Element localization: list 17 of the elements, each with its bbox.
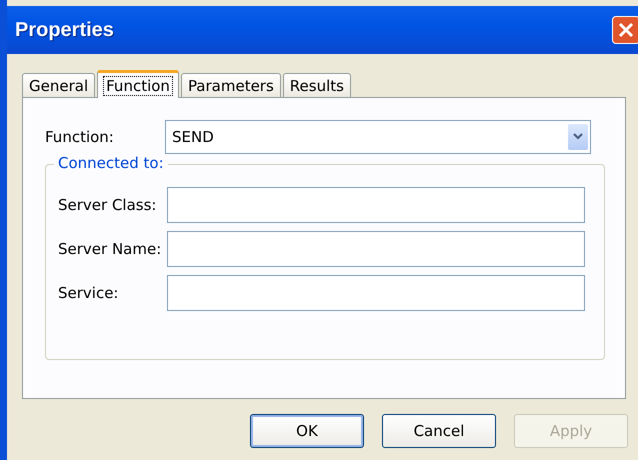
close-button[interactable] <box>612 16 638 44</box>
tab[interactable]: Results <box>282 73 351 97</box>
close-icon <box>617 21 635 39</box>
input-field[interactable] <box>167 275 585 311</box>
field-label: Server Name: <box>58 240 162 258</box>
field-label: Function: <box>45 128 115 146</box>
input-field[interactable] <box>167 231 585 267</box>
window-title: Properties <box>15 18 114 42</box>
function-dropdown[interactable]: SEND <box>165 120 591 154</box>
input-field[interactable] <box>167 187 585 223</box>
tab[interactable]: Function <box>97 70 179 98</box>
dialog-button[interactable]: OK <box>250 414 364 448</box>
tab[interactable]: General <box>22 73 96 97</box>
field-label: Service: <box>58 284 120 302</box>
tab[interactable]: Parameters <box>180 73 281 97</box>
dialog-button[interactable]: Cancel <box>382 414 496 448</box>
field-label: Server Class: <box>58 196 158 214</box>
